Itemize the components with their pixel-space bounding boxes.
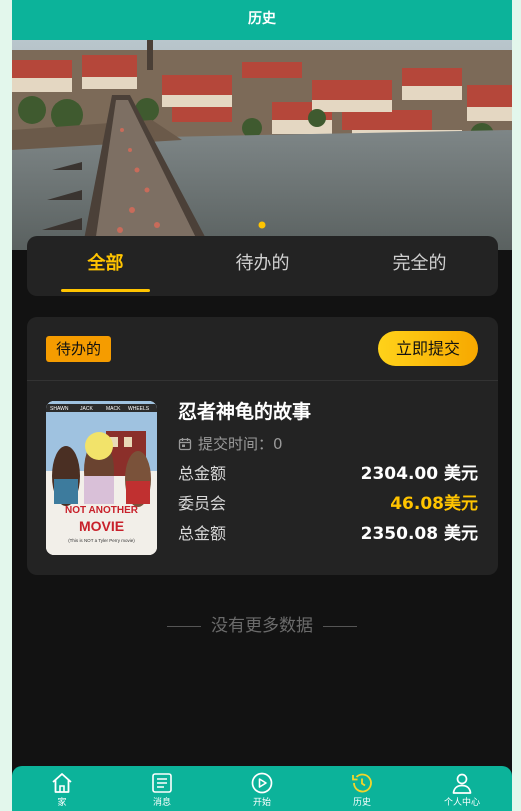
submit-now-button[interactable]: 立即提交 — [378, 331, 478, 366]
commission-value: 46.08美元 — [390, 494, 478, 514]
poster-title-top: NOT ANOTHER — [65, 505, 139, 516]
nav-message-label: 消息 — [152, 798, 171, 808]
total-label: 总金额 — [178, 524, 227, 543]
nav-profile-label: 个人中心 — [443, 798, 480, 808]
poster-name-2: JACK — [80, 406, 93, 412]
movie-poster: SHAWN JACK MACK WHEELS NOT ANOTHER MOVIE… — [46, 401, 157, 555]
commission-row: 委员会 46.08美元 — [178, 489, 478, 519]
tab-all[interactable]: 全部 — [27, 236, 184, 296]
page-title: 历史 — [248, 11, 276, 27]
bottom-nav: 家 消息 开始 历史 个人中心 — [12, 766, 512, 811]
divider-left — [167, 625, 201, 627]
submit-time-text: 提交时间：0 — [198, 435, 283, 453]
poster-name-4: WHEELS — [128, 406, 150, 412]
filter-tabs: 全部 待办的 完全的 — [27, 236, 498, 296]
tab-pending[interactable]: 待办的 — [184, 236, 341, 296]
order-card[interactable]: 待办的 立即提交 SHAWN JACK MACK WHEELS NOT ANOT… — [27, 317, 498, 575]
user-icon — [452, 773, 472, 794]
amount-row: 总金额 2304.00 美元 — [178, 459, 478, 489]
banner-carousel[interactable] — [12, 40, 512, 250]
poster-title-main: MOVIE — [79, 518, 124, 534]
calendar-icon — [178, 438, 192, 451]
order-title: 忍者神龟的故事 — [178, 401, 312, 423]
amount-label: 总金额 — [178, 464, 227, 483]
history-icon — [352, 773, 372, 793]
app-screen: 历史 全部 待办的 完全的 待办的 立即提交 SHAWN JACK MACK W… — [12, 0, 512, 811]
total-value: 2350.08 美元 — [360, 524, 478, 544]
nav-history-label: 历史 — [352, 798, 371, 808]
play-icon — [251, 772, 273, 794]
poster-name-3: MACK — [106, 406, 121, 412]
message-icon — [152, 773, 172, 793]
total-row: 总金额 2350.08 美元 — [178, 519, 478, 549]
nav-history[interactable]: 历史 — [312, 766, 412, 811]
home-icon — [52, 773, 72, 793]
nav-home-label: 家 — [57, 798, 67, 808]
no-more-text: 没有更多数据 — [211, 616, 313, 636]
nav-profile[interactable]: 个人中心 — [412, 766, 512, 811]
tab-completed[interactable]: 完全的 — [341, 236, 498, 296]
nav-home[interactable]: 家 — [12, 766, 112, 811]
commission-label: 委员会 — [178, 494, 227, 513]
submit-time: 提交时间：0 — [178, 429, 478, 459]
nav-start[interactable]: 开始 — [212, 766, 312, 811]
page-header: 历史 — [12, 0, 512, 40]
poster-name-1: SHAWN — [50, 406, 69, 412]
order-card-header: 待办的 立即提交 — [27, 317, 498, 381]
order-info: 忍者神龟的故事 提交时间：0 总金额 2304.00 美元 委员会 46.08美… — [178, 397, 478, 549]
banner-image — [12, 40, 512, 250]
divider-right — [323, 625, 357, 627]
nav-message[interactable]: 消息 — [112, 766, 212, 811]
nav-start-label: 开始 — [252, 798, 271, 808]
no-more-data: 没有更多数据 — [12, 611, 512, 636]
carousel-dot[interactable] — [258, 221, 266, 229]
status-badge: 待办的 — [46, 336, 112, 362]
poster-subtitle: (This is NOT a Tyler Perry movie) — [68, 538, 135, 543]
amount-value: 2304.00 美元 — [360, 464, 478, 484]
